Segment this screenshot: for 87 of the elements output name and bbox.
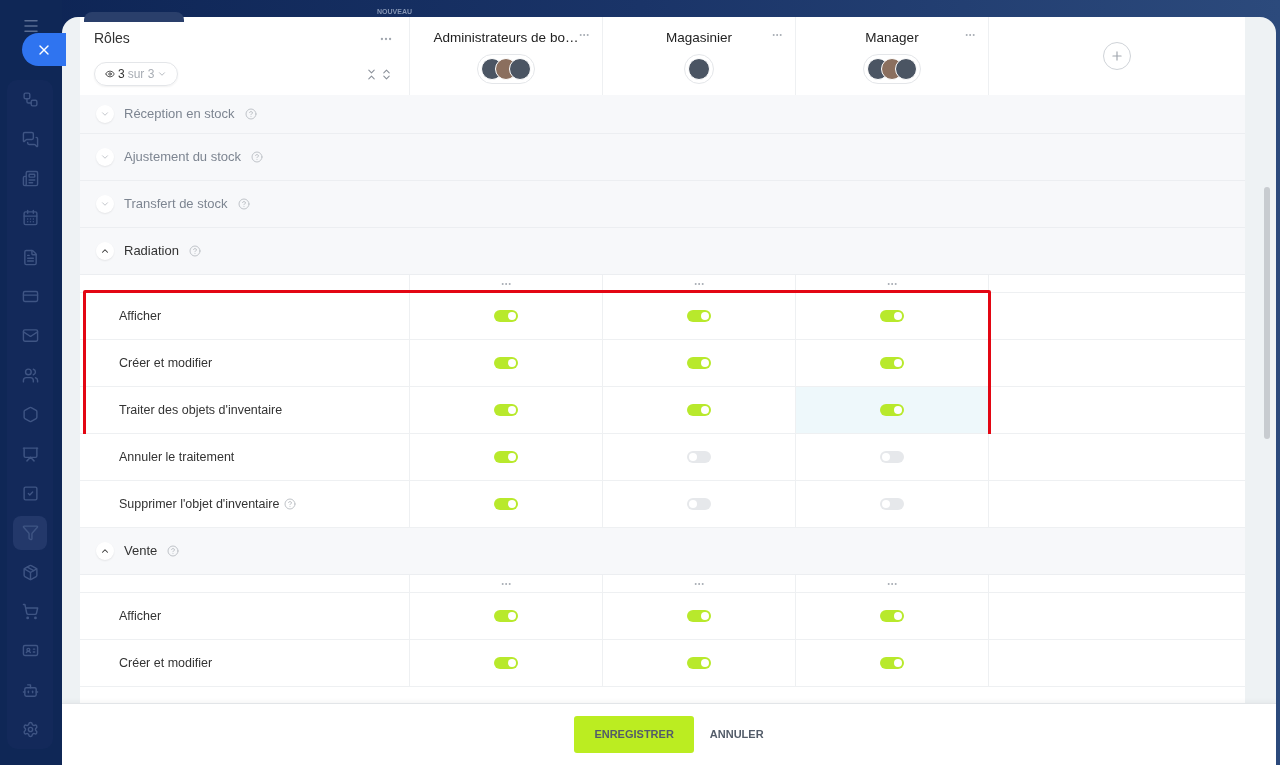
visible-count: 3 <box>118 66 125 83</box>
presentation-icon <box>21 445 39 463</box>
eye-icon <box>105 69 115 79</box>
permission-label: Annuler le traitement <box>119 448 235 466</box>
calendar-icon <box>21 209 39 227</box>
avatar-group[interactable] <box>477 54 535 85</box>
avatar <box>509 58 531 81</box>
section-title: Ajustement du stock <box>124 148 242 167</box>
help-icon[interactable] <box>244 108 257 120</box>
filter-icon <box>21 524 39 542</box>
toggle-switch[interactable] <box>880 498 904 510</box>
people-icon <box>21 366 39 384</box>
toggle-switch[interactable] <box>880 357 904 369</box>
role-name: Administrateurs de bo… <box>433 29 579 47</box>
toggle-switch[interactable] <box>687 451 711 463</box>
chevron-down-icon <box>100 199 110 209</box>
close-button[interactable] <box>22 33 66 66</box>
chevron-down-icon <box>100 152 110 162</box>
collapse-all-icon[interactable] <box>365 67 378 81</box>
permission-label: Traiter des objets d'inventaire <box>119 401 283 419</box>
newspaper-icon <box>21 169 39 187</box>
package-icon <box>21 563 39 581</box>
workflow-icon <box>21 91 39 109</box>
expand-all-icon[interactable] <box>380 67 393 81</box>
mail-icon <box>21 327 39 345</box>
chat-icon <box>21 130 39 148</box>
section-title: Vente <box>124 542 158 561</box>
help-icon[interactable] <box>284 498 297 510</box>
caret-icon <box>157 69 168 79</box>
menu-icon[interactable] <box>22 17 40 35</box>
cancel-button[interactable]: ANNULER <box>709 726 764 743</box>
sidebar-item[interactable] <box>13 515 47 550</box>
toggle-switch[interactable] <box>494 357 518 369</box>
save-button[interactable]: ENREGISTRER <box>574 716 694 753</box>
help-icon[interactable] <box>251 151 264 163</box>
permission-label: Créer et modifier <box>119 354 213 372</box>
gear-icon <box>21 721 39 739</box>
permission-label: Afficher <box>119 307 162 325</box>
plus-icon <box>1110 49 1124 63</box>
avatar <box>688 58 710 81</box>
expand-toggle[interactable] <box>96 148 114 166</box>
toggle-switch[interactable] <box>880 404 904 416</box>
help-icon[interactable] <box>188 245 201 257</box>
toggle-switch[interactable] <box>880 610 904 622</box>
chevron-up-icon <box>100 246 110 256</box>
toggle-switch[interactable] <box>494 610 518 622</box>
help-icon[interactable] <box>237 198 250 210</box>
section-title: Réception en stock <box>124 105 235 124</box>
document-icon <box>21 248 39 266</box>
toggle-switch[interactable] <box>687 498 711 510</box>
expand-toggle[interactable] <box>96 542 114 560</box>
toggle-switch[interactable] <box>880 657 904 669</box>
toggle-switch[interactable] <box>494 657 518 669</box>
role-name: Manager <box>865 29 919 47</box>
permission-label: Créer et modifier <box>119 654 213 672</box>
chevron-down-icon <box>100 109 110 119</box>
checkbox-icon <box>21 484 39 502</box>
total-count: sur 3 <box>127 66 155 83</box>
permission-label: Supprimer l'objet d'inventaire <box>119 495 280 513</box>
toggle-switch[interactable] <box>494 498 518 510</box>
expand-toggle[interactable] <box>96 195 114 213</box>
toggle-switch[interactable] <box>687 610 711 622</box>
toggle-switch[interactable] <box>880 451 904 463</box>
hexagon-icon <box>21 406 39 424</box>
toggle-switch[interactable] <box>880 310 904 322</box>
expand-toggle[interactable] <box>96 105 114 123</box>
permission-label: Afficher <box>119 607 162 625</box>
cart-icon <box>21 603 39 621</box>
avatar <box>895 58 917 81</box>
chevron-up-icon <box>100 546 110 556</box>
toggle-switch[interactable] <box>494 310 518 322</box>
toggle-switch[interactable] <box>494 404 518 416</box>
avatar-group[interactable] <box>863 54 921 85</box>
toggle-switch[interactable] <box>687 357 711 369</box>
expand-toggle[interactable] <box>96 242 114 260</box>
role-name: Magasinier <box>666 29 732 47</box>
toggle-switch[interactable] <box>687 310 711 322</box>
toggle-switch[interactable] <box>687 657 711 669</box>
toggle-switch[interactable] <box>494 451 518 463</box>
robot-icon <box>21 681 39 699</box>
section-title: Transfert de stock <box>124 195 228 214</box>
section-title: Radiation <box>124 242 179 261</box>
help-icon[interactable] <box>167 545 180 557</box>
avatar-group[interactable] <box>684 54 714 85</box>
roles-title: Rôles <box>94 29 130 48</box>
scrollbar-thumb[interactable] <box>1264 187 1270 439</box>
toggle-switch[interactable] <box>687 404 711 416</box>
